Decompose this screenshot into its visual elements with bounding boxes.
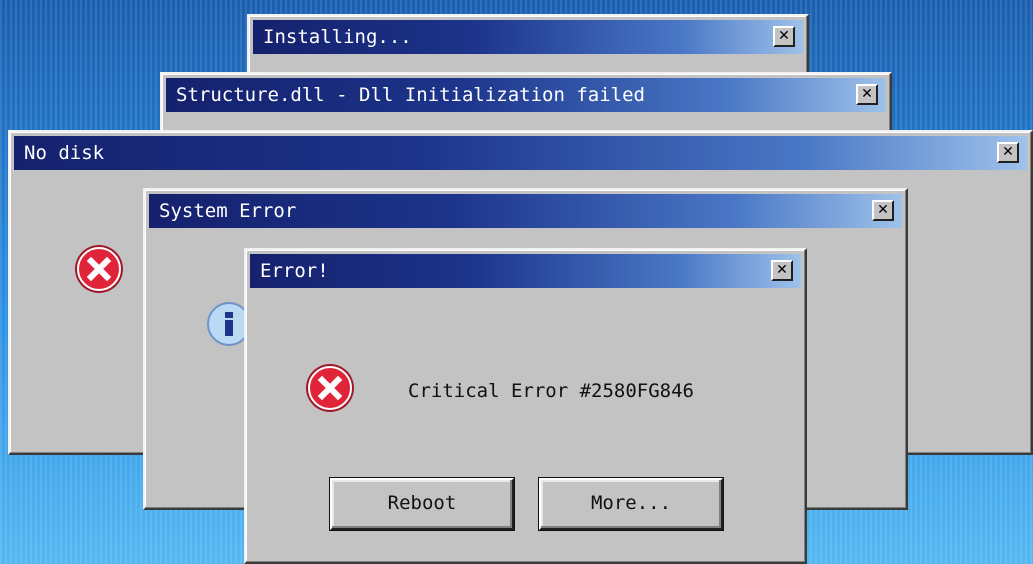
error-close-button[interactable]: ✕ bbox=[771, 260, 793, 281]
installing-title: Installing... bbox=[263, 26, 412, 48]
system-error-titlebar[interactable]: System Error ✕ bbox=[149, 194, 902, 228]
system-error-close-button[interactable]: ✕ bbox=[872, 200, 894, 221]
no-disk-error-icon bbox=[77, 247, 121, 291]
system-error-title: System Error bbox=[159, 200, 297, 222]
no-disk-close-button[interactable]: ✕ bbox=[997, 142, 1019, 163]
no-disk-titlebar[interactable]: No disk ✕ bbox=[14, 136, 1027, 170]
error-title: Error! bbox=[260, 260, 329, 282]
error-window: Error! ✕ Critical Error #2580FG846 Reboo… bbox=[244, 248, 807, 564]
error-icon bbox=[308, 366, 352, 410]
error-message: Critical Error #2580FG846 bbox=[408, 380, 694, 402]
installing-close-button[interactable]: ✕ bbox=[773, 26, 795, 47]
no-disk-title: No disk bbox=[24, 142, 105, 164]
structure-titlebar[interactable]: Structure.dll - Dll Initialization faile… bbox=[166, 78, 886, 112]
more-button[interactable]: More... bbox=[538, 477, 724, 531]
error-titlebar[interactable]: Error! ✕ bbox=[250, 254, 801, 288]
structure-title: Structure.dll - Dll Initialization faile… bbox=[176, 84, 645, 106]
reboot-button[interactable]: Reboot bbox=[329, 477, 515, 531]
structure-close-button[interactable]: ✕ bbox=[856, 84, 878, 105]
installing-titlebar[interactable]: Installing... ✕ bbox=[253, 20, 803, 54]
desktop: { "windows": { "installing": { "title": … bbox=[0, 0, 1033, 564]
